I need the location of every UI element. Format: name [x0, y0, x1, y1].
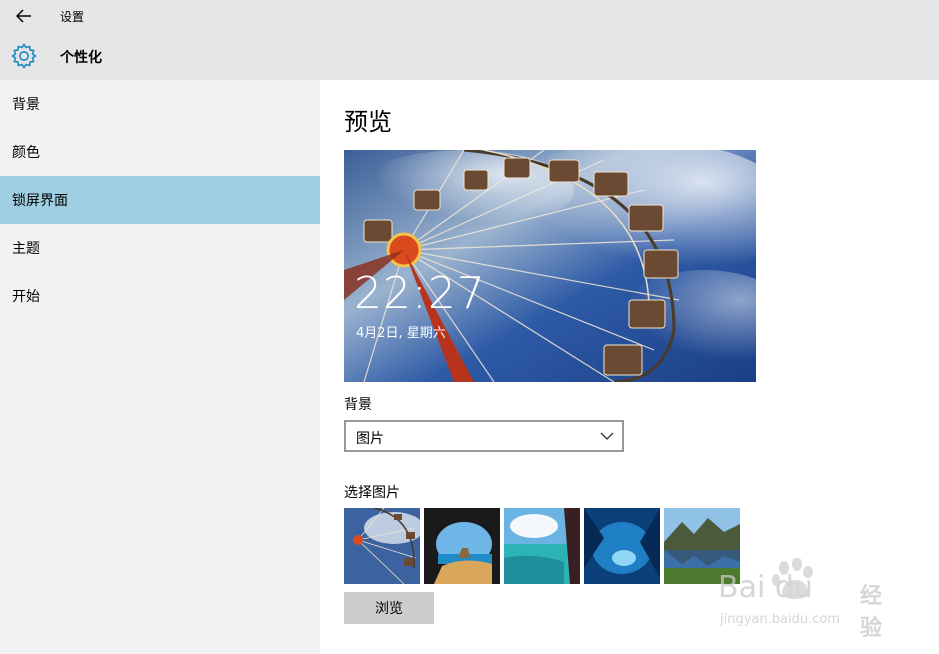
watermark-url: jingyan.baidu.com: [720, 612, 840, 627]
sidebar: 背景 颜色 锁屏界面 主题 开始: [0, 80, 320, 654]
page-section-title: 个性化: [60, 50, 102, 66]
page-header: 个性化: [0, 32, 939, 80]
dropdown-selected-value: 图片: [356, 431, 384, 447]
sidebar-item-colors[interactable]: 颜色: [0, 128, 320, 176]
background-label: 背景: [344, 397, 372, 413]
lock-screen-preview: 22:27 4月2日, 星期六: [344, 150, 756, 382]
gear-icon: [11, 43, 37, 69]
sidebar-item-themes[interactable]: 主题: [0, 224, 320, 272]
thumbnail-ferris-wheel[interactable]: [344, 508, 420, 584]
choose-picture-label: 选择图片: [344, 485, 400, 501]
back-button[interactable]: [8, 4, 40, 28]
sidebar-item-label: 背景: [12, 97, 40, 113]
preview-heading: 预览: [344, 108, 392, 136]
thumbnail-aerial-lagoon[interactable]: [504, 508, 580, 584]
chevron-down-icon: [600, 432, 614, 440]
title-bar: 设置: [0, 0, 939, 32]
baidu-jingyan-watermark: Bai du 经验 jingyan.baidu.com: [700, 556, 900, 641]
sidebar-item-label: 颜色: [12, 145, 40, 161]
watermark-brand: Bai du: [718, 570, 813, 605]
thumbnail-ice-cave[interactable]: [584, 508, 660, 584]
ferris-wheel-image: [344, 150, 756, 382]
ice-cave-thumbnail-image: [584, 508, 660, 584]
browse-button[interactable]: 浏览: [344, 592, 434, 624]
watermark-brand-suffix: 经验: [860, 584, 883, 641]
picture-thumbnails: [344, 508, 744, 584]
lock-screen-date: 4月2日, 星期六: [356, 326, 446, 341]
aerial-lagoon-thumbnail-image: [504, 508, 580, 584]
lock-screen-time: 22:27: [354, 268, 486, 319]
sidebar-item-label: 主题: [12, 241, 40, 257]
background-dropdown[interactable]: 图片: [344, 420, 624, 452]
ferris-wheel-thumbnail-image: [344, 508, 420, 584]
sidebar-item-background[interactable]: 背景: [0, 80, 320, 128]
cave-beach-thumbnail-image: [424, 508, 500, 584]
sidebar-item-start[interactable]: 开始: [0, 272, 320, 320]
app-title: 设置: [60, 10, 85, 24]
thumbnail-cave-beach[interactable]: [424, 508, 500, 584]
back-arrow-icon: [16, 9, 31, 23]
sidebar-item-lock-screen[interactable]: 锁屏界面: [0, 176, 320, 224]
sidebar-item-label: 开始: [12, 289, 40, 305]
sidebar-item-label: 锁屏界面: [12, 193, 68, 209]
